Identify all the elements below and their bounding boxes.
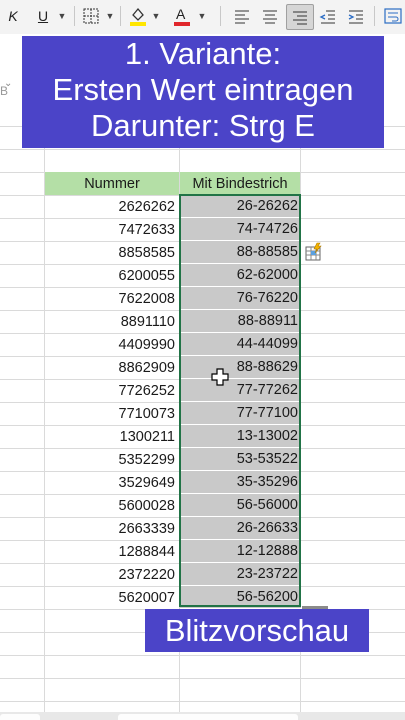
svg-text:A: A [176, 6, 186, 22]
table-row: 2626262 26-26262 [45, 195, 301, 218]
separator [374, 6, 375, 26]
align-center-icon[interactable] [258, 4, 282, 28]
cell-nummer[interactable]: 4409990 [45, 333, 180, 356]
borders-icon[interactable] [80, 4, 102, 28]
cell-nummer[interactable]: 8891110 [45, 310, 180, 333]
cell-nummer[interactable]: 1300211 [45, 425, 180, 448]
cell-mit-bindestrich[interactable]: 23-23722 [180, 563, 301, 586]
cell-mit-bindestrich[interactable]: 77-77100 [180, 402, 301, 425]
cell-nummer[interactable]: 2626262 [45, 195, 180, 218]
table-row: 5600028 56-56000 [45, 494, 301, 517]
cell-nummer[interactable]: 7622008 [45, 287, 180, 310]
table-row: 2663339 26-26633 [45, 517, 301, 540]
cell-mit-bindestrich[interactable]: 88-88911 [180, 310, 301, 333]
column-header-mit-bindestrich[interactable]: Mit Bindestrich [180, 172, 300, 195]
table-row: 7726252 77-77262 [45, 379, 301, 402]
table-row: 6200055 62-62000 [45, 264, 301, 287]
cell-mit-bindestrich[interactable]: 26-26633 [180, 517, 301, 540]
cell-nummer[interactable]: 1288844 [45, 540, 180, 563]
column-header-fragment: B [0, 84, 9, 98]
cell-mit-bindestrich[interactable]: 62-62000 [180, 264, 301, 287]
cell-mit-bindestrich[interactable]: 44-44099 [180, 333, 301, 356]
wrap-text-icon[interactable] [382, 4, 404, 28]
banner-line-3: Darunter: Strg E [91, 108, 315, 143]
column-header-nummer[interactable]: Nummer [45, 172, 179, 195]
table-row: 7472633 74-74726 [45, 218, 301, 241]
table-row: 5352299 53-53522 [45, 448, 301, 471]
cell-mit-bindestrich[interactable]: 74-74726 [180, 218, 301, 241]
table-row: 8862909 88-88629 [45, 356, 301, 379]
table-row: 7622008 76-76220 [45, 287, 301, 310]
increase-indent-icon[interactable] [344, 4, 368, 28]
table-row: 8891110 88-88911 [45, 310, 301, 333]
cell-nummer[interactable]: 6200055 [45, 264, 180, 287]
cell-nummer[interactable]: 8858585 [45, 241, 180, 264]
cell-mit-bindestrich[interactable]: 56-56200 [180, 586, 301, 609]
separator [220, 6, 221, 26]
italic-label: K [8, 8, 18, 24]
font-color-dropdown-chevron-icon[interactable]: ▼ [196, 4, 208, 28]
underline-label: U [37, 8, 49, 24]
cell-mit-bindestrich[interactable]: 35-35296 [180, 471, 301, 494]
align-top-icon[interactable] [230, 4, 254, 28]
cell-nummer[interactable]: 2372220 [45, 563, 180, 586]
cell-mit-bindestrich[interactable]: 88-88629 [180, 356, 301, 379]
cell-mit-bindestrich[interactable]: 56-56000 [180, 494, 301, 517]
cell-mit-bindestrich[interactable]: 77-77262 [180, 379, 301, 402]
cell-mit-bindestrich[interactable]: 26-26262 [180, 195, 301, 218]
cell-mit-bindestrich[interactable]: 13-13002 [180, 425, 301, 448]
table-row: 7710073 77-77100 [45, 402, 301, 425]
borders-dropdown-chevron-icon[interactable]: ▼ [104, 4, 116, 28]
cell-nummer[interactable]: 5352299 [45, 448, 180, 471]
separator [74, 6, 75, 26]
cell-nummer[interactable]: 2663339 [45, 517, 180, 540]
flash-fill-options-icon[interactable] [304, 242, 324, 262]
cell-nummer[interactable]: 5620007 [45, 586, 180, 609]
underline-button[interactable]: U [32, 4, 54, 28]
banner-line-2: Ersten Wert eintragen [52, 72, 354, 107]
cell-nummer[interactable]: 5600028 [45, 494, 180, 517]
table-row: 5620007 56-56200 [45, 586, 301, 609]
table-row: 8858585 88-88585 [45, 241, 301, 264]
italic-button[interactable]: K [4, 4, 22, 28]
cell-nummer[interactable]: 7710073 [45, 402, 180, 425]
table-row: 3529649 35-35296 [45, 471, 301, 494]
decrease-indent-icon[interactable] [316, 4, 340, 28]
cell-nummer[interactable]: 3529649 [45, 471, 180, 494]
fill-color-icon[interactable] [126, 4, 150, 28]
font-color-icon[interactable]: A [170, 4, 194, 28]
table-row: 4409990 44-44099 [45, 333, 301, 356]
separator [120, 6, 121, 26]
cell-mit-bindestrich[interactable]: 12-12888 [180, 540, 301, 563]
align-right-icon[interactable] [286, 4, 314, 30]
banner-line-1: 1. Variante: [124, 36, 282, 71]
cell-nummer[interactable]: 7472633 [45, 218, 180, 241]
sheet-tab[interactable] [118, 714, 298, 720]
table-row: 2372220 23-23722 [45, 563, 301, 586]
cell-nummer[interactable]: 7726252 [45, 379, 180, 402]
table-row: 1288844 12-12888 [45, 540, 301, 563]
cell-nummer[interactable]: 8862909 [45, 356, 180, 379]
ribbon-toolbar: K U ▼ ▼ ▼ A ▼ [0, 0, 405, 35]
table-row: 1300211 13-13002 [45, 425, 301, 448]
title-banner: 1. Variante: Ersten Wert eintragen Darun… [22, 36, 384, 148]
caption-banner: Blitzvorschau [145, 609, 369, 652]
sheet-tab[interactable] [0, 714, 40, 720]
fill-color-dropdown-chevron-icon[interactable]: ▼ [150, 4, 162, 28]
cell-mit-bindestrich[interactable]: 53-53522 [180, 448, 301, 471]
cell-mit-bindestrich[interactable]: 88-88585 [180, 241, 301, 264]
underline-dropdown-chevron-icon[interactable]: ▼ [56, 4, 68, 28]
cell-cursor-icon [211, 368, 229, 386]
cell-mit-bindestrich[interactable]: 76-76220 [180, 287, 301, 310]
